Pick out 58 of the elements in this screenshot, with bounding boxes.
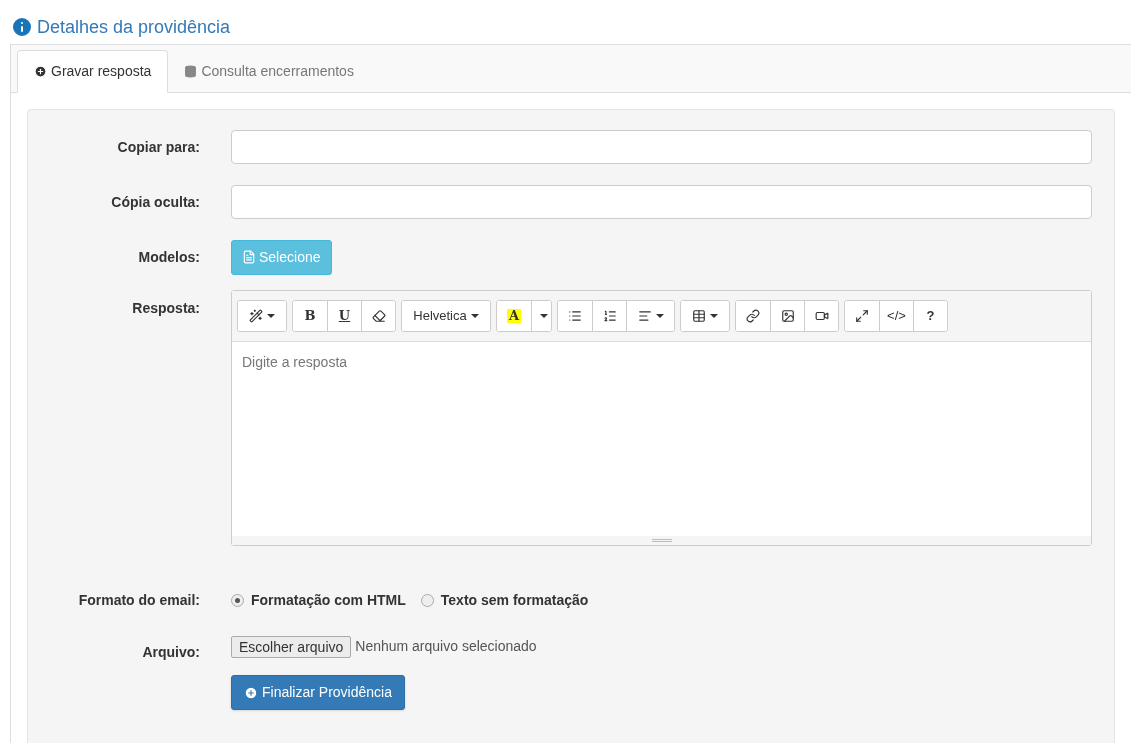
- response-textarea[interactable]: Digite a resposta: [232, 342, 1091, 536]
- document-icon: [242, 250, 256, 264]
- picture-icon: [780, 309, 795, 323]
- input-field[interactable]: [231, 130, 1092, 164]
- radio-button[interactable]: [420, 593, 434, 607]
- eraser-icon: [371, 309, 386, 323]
- bullet-list-icon: [568, 309, 582, 323]
- underline-button[interactable]: U: [327, 301, 361, 331]
- tab[interactable]: Consulta encerramentos: [168, 50, 370, 93]
- color-button[interactable]: A: [497, 301, 531, 331]
- caret-icon: [710, 314, 718, 318]
- table-icon: [692, 309, 706, 323]
- field-label: Cópia oculta:: [111, 193, 200, 210]
- radio-button[interactable]: [231, 593, 244, 607]
- numbered-list-button[interactable]: [592, 301, 626, 331]
- fullscreen-button[interactable]: [845, 301, 879, 331]
- field-label: Formato do email:: [78, 591, 200, 608]
- field-label: Resposta:: [132, 300, 200, 316]
- caret-icon: [267, 314, 275, 318]
- page-title: Detalhes da providência: [37, 15, 231, 39]
- plus-circle-icon: [244, 685, 258, 700]
- eraser-button[interactable]: [361, 301, 395, 331]
- info-icon: [10, 15, 34, 39]
- code-view-button[interactable]: </>: [879, 301, 913, 331]
- font-dropdown[interactable]: Helvetica: [402, 301, 490, 331]
- magic-wand-button[interactable]: [238, 301, 286, 331]
- numbered-list-icon: [602, 309, 617, 323]
- bold-button[interactable]: B: [293, 301, 327, 331]
- submit-button[interactable]: Finalizar Providência: [231, 675, 405, 710]
- fullscreen-icon: [855, 309, 869, 323]
- video-button[interactable]: [804, 301, 838, 331]
- caret-icon: [470, 314, 479, 318]
- choose-file-button[interactable]: Escolher arquivo: [231, 635, 352, 658]
- table-button[interactable]: [681, 301, 729, 331]
- dropdown-button[interactable]: [531, 301, 551, 331]
- magic-wand-icon: [249, 309, 263, 323]
- rich-text-editor[interactable]: B U Helvetica A </> ? Digite a resposta: [231, 290, 1092, 546]
- radio-label: Texto sem formatação: [440, 590, 589, 610]
- align-icon: [637, 309, 652, 323]
- caret-icon: [655, 314, 664, 318]
- link-button[interactable]: [736, 301, 770, 331]
- radio-label: Formatação com HTML: [251, 590, 406, 610]
- video-icon: [814, 309, 829, 323]
- input-field[interactable]: [231, 185, 1092, 219]
- picture-button[interactable]: [770, 301, 804, 331]
- caret-icon: [539, 314, 548, 318]
- field-label: Copiar para:: [117, 138, 200, 155]
- help-button[interactable]: ?: [913, 301, 947, 331]
- align-button[interactable]: [626, 301, 674, 331]
- field-label: Modelos:: [138, 248, 200, 265]
- tab[interactable]: Gravar resposta: [17, 50, 169, 93]
- resize-handle[interactable]: [232, 536, 1091, 545]
- field-label: Arquivo:: [142, 644, 200, 660]
- bullet-list-button[interactable]: [558, 301, 592, 331]
- plus-circle-icon: [34, 65, 47, 78]
- link-icon: [746, 309, 760, 323]
- highlight-letter: A: [506, 309, 522, 323]
- file-status: Nenhum arquivo selecionado: [355, 637, 537, 656]
